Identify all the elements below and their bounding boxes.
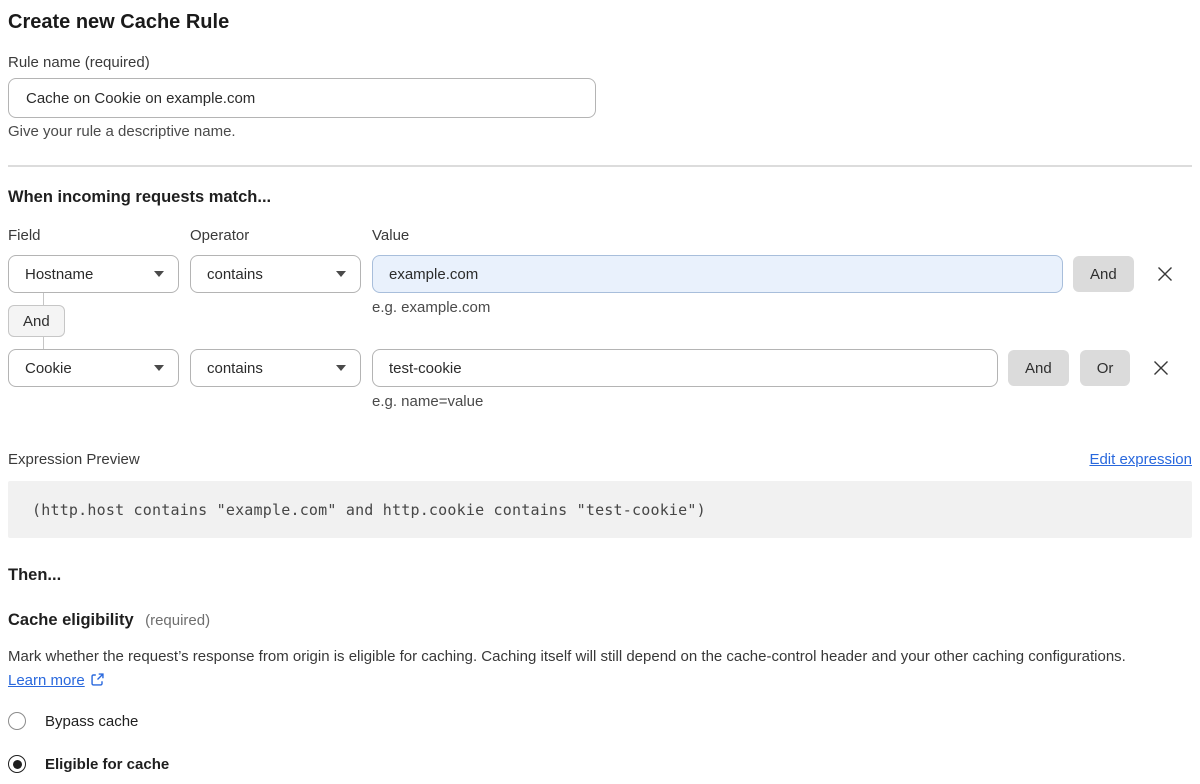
cache-eligibility-heading: Cache eligibility (required) bbox=[8, 610, 1192, 631]
condition-row-1: Hostname contains And bbox=[8, 255, 1192, 293]
and-button-row-1[interactable]: And bbox=[1073, 256, 1134, 292]
cache-eligibility-title: Cache eligibility bbox=[8, 611, 134, 629]
value-hint-2: e.g. name=value bbox=[372, 393, 1192, 411]
then-heading: Then... bbox=[8, 566, 1192, 585]
required-note: (required) bbox=[145, 612, 210, 629]
radio-selected-icon bbox=[8, 755, 26, 773]
and-connector-toggle[interactable]: And bbox=[8, 305, 65, 337]
expression-preview-box: (http.host contains "example.com" and ht… bbox=[8, 481, 1192, 538]
remove-condition-2-button[interactable] bbox=[1151, 358, 1171, 378]
edit-expression-link[interactable]: Edit expression bbox=[1089, 451, 1192, 468]
operator-select-1[interactable]: contains bbox=[190, 255, 361, 293]
field-select-2[interactable]: Cookie bbox=[8, 349, 179, 387]
close-icon bbox=[1152, 359, 1170, 377]
radio-option-bypass-cache[interactable]: Bypass cache bbox=[8, 712, 1192, 730]
field-select-1[interactable]: Hostname bbox=[8, 255, 179, 293]
close-icon bbox=[1156, 265, 1174, 283]
expression-code: (http.host contains "example.com" and ht… bbox=[32, 501, 706, 519]
field-select-1-value: Hostname bbox=[25, 266, 93, 283]
expression-header: Expression Preview Edit expression bbox=[8, 451, 1192, 469]
external-link-icon bbox=[90, 671, 105, 695]
field-select-2-value: Cookie bbox=[25, 360, 72, 377]
value-input-1[interactable] bbox=[372, 255, 1063, 293]
field-column-label: Field bbox=[8, 227, 190, 245]
condition-row-2: Cookie contains And Or bbox=[8, 349, 1192, 387]
or-button-row-2[interactable]: Or bbox=[1080, 350, 1131, 386]
remove-condition-1-button[interactable] bbox=[1155, 264, 1175, 284]
radio-option-eligible-for-cache[interactable]: Eligible for cache bbox=[8, 755, 1192, 773]
cache-eligibility-description: Mark whether the request’s response from… bbox=[8, 645, 1160, 695]
chevron-down-icon bbox=[336, 271, 346, 277]
radio-label: Bypass cache bbox=[45, 713, 138, 730]
rule-name-input[interactable] bbox=[8, 78, 596, 118]
chevron-down-icon bbox=[154, 365, 164, 371]
chevron-down-icon bbox=[154, 271, 164, 277]
learn-more-link[interactable]: Learn more bbox=[8, 672, 85, 689]
page-title: Create new Cache Rule bbox=[8, 8, 1192, 36]
value-hint-1: e.g. example.com bbox=[372, 299, 490, 317]
condition-connector-area: e.g. example.com And bbox=[8, 293, 1192, 349]
and-button-row-2[interactable]: And bbox=[1008, 350, 1069, 386]
condition-column-labels: Field Operator Value bbox=[8, 227, 1192, 245]
operator-column-label: Operator bbox=[190, 227, 372, 245]
chevron-down-icon bbox=[336, 365, 346, 371]
operator-select-2-value: contains bbox=[207, 360, 263, 377]
radio-dot bbox=[13, 760, 22, 769]
description-text: Mark whether the request’s response from… bbox=[8, 648, 1126, 665]
create-cache-rule-page: Create new Cache Rule Rule name (require… bbox=[0, 0, 1200, 773]
radio-unselected-icon bbox=[8, 712, 26, 730]
value-input-2[interactable] bbox=[372, 349, 998, 387]
operator-select-2[interactable]: contains bbox=[190, 349, 361, 387]
expression-preview-label: Expression Preview bbox=[8, 451, 140, 469]
value-column-label: Value bbox=[372, 227, 1192, 245]
operator-select-1-value: contains bbox=[207, 266, 263, 283]
match-heading: When incoming requests match... bbox=[8, 187, 1192, 207]
radio-label: Eligible for cache bbox=[45, 756, 169, 773]
section-divider bbox=[8, 165, 1192, 167]
rule-name-label: Rule name (required) bbox=[8, 54, 1192, 72]
rule-name-helper: Give your rule a descriptive name. bbox=[8, 123, 1192, 141]
